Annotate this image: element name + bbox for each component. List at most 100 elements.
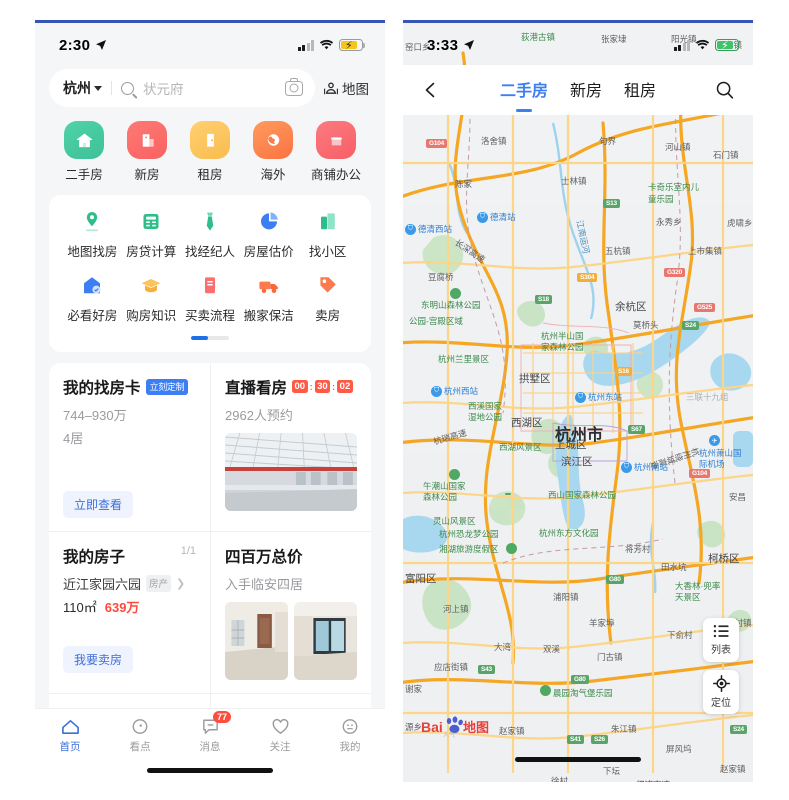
list-view-button[interactable]: 列表 (703, 618, 739, 662)
left-phone-home-screen: 2:30 ⚡ 杭州 状元府 地图 二手房 新房 租房 海外 商铺办公 地图找房 … (35, 20, 385, 782)
station-marker[interactable]: ⛉ 杭州西站 (431, 385, 478, 397)
camera-icon[interactable] (285, 77, 303, 96)
road-shield: G104 (689, 469, 711, 478)
house-check-icon (81, 272, 103, 298)
battery-charging-icon: ⚡ (339, 39, 366, 52)
status-indicators: ⚡ (297, 39, 366, 52)
tab-label: 消息 (199, 740, 221, 753)
service-ditufangfang[interactable]: 地图找房 (63, 208, 122, 260)
card-title: 我的找房卡 (63, 379, 141, 397)
service-banjiabaojie[interactable]: 搬家保洁 (239, 272, 298, 324)
card-subtitle: 入手临安四居 (225, 576, 304, 592)
truck-icon (257, 272, 281, 298)
signal-icon (673, 39, 690, 51)
service-zhaoxiaoqu[interactable]: 找小区 (298, 208, 357, 260)
card-my-house[interactable]: 我的房子 1/1 近江家园六园 房产 ❯ 110㎡ 639万 我要卖房 (49, 532, 210, 693)
right-phone-map-screen: 荻港古镇 张家埭 阳光镇 乌镇 窑口乡 G104 洛舍镇 句界 河山镇 石门镇 … (403, 20, 753, 782)
category-label: 商铺办公 (310, 168, 361, 182)
airport-icon: ✈ (709, 435, 720, 446)
service-label: 房屋估价 (243, 245, 294, 259)
card-title: 直播看房 (225, 379, 288, 397)
park-marker[interactable] (450, 288, 461, 299)
user-icon (342, 718, 358, 734)
category-shangpu[interactable]: 商铺办公 (307, 121, 365, 183)
service-maimailiucheng[interactable]: 买卖流程 (181, 272, 240, 324)
tab-ershoufang[interactable]: 二手房 (500, 77, 548, 103)
tab-label: 关注 (269, 740, 291, 753)
tab-follow[interactable]: 关注 (245, 709, 315, 761)
service-label: 必看好房 (67, 309, 118, 323)
category-row: 二手房 新房 租房 海外 商铺办公 (35, 117, 385, 195)
category-label: 租房 (197, 168, 223, 182)
city-selector[interactable]: 杭州 (63, 78, 102, 98)
calculator-icon (140, 208, 162, 234)
countdown-timer: 00:30:02 (292, 379, 353, 394)
search-box[interactable]: 杭州 状元府 (49, 69, 315, 107)
tab-profile[interactable]: 我的 (315, 709, 385, 761)
necktie-icon (199, 208, 221, 234)
home-icon (61, 719, 79, 734)
search-icon[interactable] (715, 80, 735, 100)
tabs-container: 首页 看点 77 消息 关注 我的 (35, 709, 385, 761)
location-arrow-icon (96, 40, 107, 50)
card-live-tour[interactable]: 直播看房 00:30:02 2962人预约 (210, 362, 371, 531)
category-xinfang[interactable]: 新房 (118, 121, 176, 183)
park-marker[interactable] (540, 685, 551, 696)
train-icon: ⛉ (621, 461, 632, 473)
road-shield: G525 (694, 303, 716, 312)
service-grid-row-1: 地图找房 房贷计算 找经纪人 房屋估价 找小区 (57, 208, 363, 272)
category-label: 海外 (260, 168, 286, 182)
card-title: 四百万总价 (225, 548, 303, 566)
service-zhaojingjiren[interactable]: 找经纪人 (181, 208, 240, 260)
card-four-million[interactable]: 四百万总价 入手临安四居 (210, 531, 371, 693)
category-zufang[interactable]: 租房 (181, 121, 239, 183)
house-metrics: 110㎡ 639万 (63, 597, 196, 616)
map-button[interactable]: 地图 (323, 78, 371, 98)
countdown-hours: 00 (292, 379, 308, 394)
tab-zufang[interactable]: 租房 (624, 77, 656, 103)
service-goufangzhishi[interactable]: 购房知识 (122, 272, 181, 324)
tab-kandian[interactable]: 看点 (105, 709, 175, 761)
category-ershoufang[interactable]: 二手房 (55, 121, 113, 183)
park-marker[interactable] (449, 469, 460, 480)
service-fangdaijisuan[interactable]: 房贷计算 (122, 208, 181, 260)
category-label: 新房 (134, 168, 160, 182)
park-marker[interactable] (506, 543, 517, 554)
road-shield: S41 (567, 735, 584, 744)
sell-house-button[interactable]: 我要卖房 (63, 645, 134, 673)
map-pin-icon (81, 208, 103, 234)
back-arrow-icon[interactable] (421, 80, 441, 100)
tab-xinfang[interactable]: 新房 (570, 77, 602, 103)
service-fangwugujia[interactable]: 房屋估价 (239, 208, 298, 260)
city-label: 杭州 (63, 80, 91, 96)
status-badge: 立刻定制 (145, 378, 189, 395)
station-marker[interactable]: ⛉ 杭州南站 (621, 461, 668, 473)
service-maifang[interactable]: 卖房 (298, 272, 357, 324)
building-icon (127, 121, 167, 159)
card-title-row: 我的房子 1/1 (63, 545, 196, 567)
card-my-search-card[interactable]: 我的找房卡 立刻定制 744–930万 4居 立即查看 (49, 363, 210, 531)
search-input[interactable]: 状元府 (143, 78, 276, 98)
map-canvas[interactable]: 荻港古镇 张家埭 阳光镇 乌镇 窑口乡 G104 洛舍镇 句界 河山镇 石门镇 … (403, 23, 753, 782)
locate-button[interactable]: 定位 (703, 670, 739, 714)
tab-label: 我的 (339, 740, 361, 753)
station-marker[interactable]: ⛉ 德清西站 (405, 223, 452, 235)
tab-home[interactable]: 首页 (35, 709, 105, 761)
station-marker[interactable]: ✈ (709, 435, 720, 446)
status-time: 2:30 (59, 36, 91, 54)
page-indicator (57, 336, 363, 344)
search-icon (121, 81, 134, 95)
service-label: 房贷计算 (126, 245, 177, 259)
chevron-down-icon (94, 85, 102, 91)
category-haiwai[interactable]: 海外 (244, 121, 302, 183)
service-bikanhaofang[interactable]: 必看好房 (63, 272, 122, 324)
station-marker[interactable]: ⛉ 德清站 (477, 211, 516, 223)
road-shield: S24 (682, 321, 699, 330)
countdown-seconds: 02 (337, 379, 353, 394)
view-now-button[interactable]: 立即查看 (63, 490, 134, 518)
status-indicators: ⚡ (673, 39, 742, 52)
station-marker[interactable]: ⛉ 杭州东站 (575, 391, 622, 403)
tab-label: 首页 (59, 740, 81, 753)
road-shield: G104 (426, 139, 448, 148)
tab-messages[interactable]: 77 消息 (175, 709, 245, 761)
